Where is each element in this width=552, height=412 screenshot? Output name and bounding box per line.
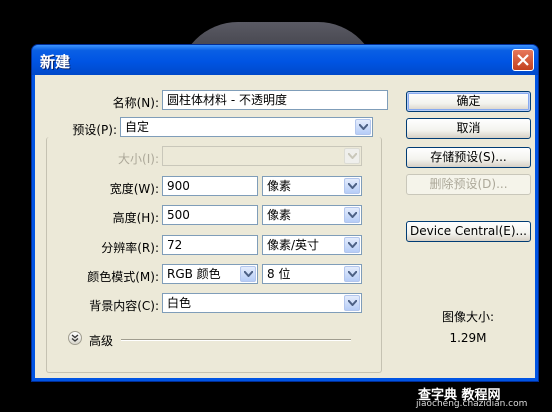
height-input[interactable]: 500 — [162, 205, 258, 225]
preset-value: 自定 — [125, 120, 150, 134]
dialog-title: 新建 — [40, 53, 71, 71]
advanced-label: 高级 — [89, 334, 114, 348]
background-label: 背景内容(C): — [89, 299, 159, 313]
chevron-down-icon — [359, 124, 368, 130]
color-mode-value: RGB 颜色 — [167, 267, 221, 281]
resolution-unit-select[interactable]: 像素/英寸 — [262, 235, 362, 255]
height-label: 高度(H): — [112, 211, 159, 225]
cancel-button[interactable]: 取消 — [406, 118, 531, 139]
size-label: 大小(I): — [118, 152, 159, 166]
advanced-toggle[interactable] — [68, 331, 82, 345]
chevron-down-icon — [244, 271, 253, 277]
height-unit-dropdown-arrow[interactable] — [344, 207, 360, 223]
save-preset-button[interactable]: 存储预设(S)... — [406, 147, 531, 168]
resolution-unit-dropdown-arrow[interactable] — [344, 237, 360, 253]
width-unit-value: 像素 — [267, 179, 292, 193]
image-size-label: 图像大小: — [441, 310, 495, 324]
image-size-value: 1.29M — [449, 331, 487, 345]
delete-preset-button: 删除预设(D)... — [406, 174, 531, 195]
dialog-body: 名称(N): 圆柱体材料 - 不透明度 预设(P): 自定 大小(I): 宽度(… — [35, 75, 535, 378]
chevron-down-icon — [348, 183, 357, 189]
watermark: 查字典 教程网 jiaocheng.chazidian.com — [414, 384, 550, 410]
name-label: 名称(N): — [112, 96, 159, 110]
color-mode-select[interactable]: RGB 颜色 — [162, 264, 258, 284]
width-input[interactable]: 900 — [162, 176, 258, 196]
background-select[interactable]: 白色 — [162, 293, 362, 313]
watermark-url: jiaocheng.chazidian.com — [416, 399, 528, 409]
height-unit-value: 像素 — [267, 208, 292, 222]
advanced-divider — [121, 339, 351, 341]
chevron-down-icon — [348, 212, 357, 218]
name-input[interactable]: 圆柱体材料 - 不透明度 — [162, 90, 388, 110]
background-value: 白色 — [167, 296, 192, 310]
chevron-down-icon — [348, 300, 357, 306]
width-unit-select[interactable]: 像素 — [262, 176, 362, 196]
bit-depth-select[interactable]: 8 位 — [262, 264, 362, 284]
ok-button[interactable]: 确定 — [406, 91, 531, 112]
new-document-dialog: 新建 名称(N): 圆柱体材料 - 不透明度 预设(P): 自定 大小(I): … — [31, 44, 539, 382]
close-button[interactable] — [512, 49, 534, 71]
resolution-unit-value: 像素/英寸 — [267, 238, 320, 252]
width-unit-dropdown-arrow[interactable] — [344, 178, 360, 194]
resolution-input[interactable]: 72 — [162, 235, 258, 255]
bit-depth-value: 8 位 — [267, 267, 291, 281]
preset-select[interactable]: 自定 — [120, 117, 373, 137]
device-central-button[interactable]: Device Central(E)... — [406, 221, 531, 242]
chevron-down-icon — [348, 242, 357, 248]
color-mode-dropdown-arrow[interactable] — [240, 266, 256, 282]
preset-label: 预设(P): — [72, 123, 117, 137]
preset-dropdown-arrow[interactable] — [355, 119, 371, 135]
color-mode-label: 颜色模式(M): — [87, 270, 159, 284]
chevron-down-icon — [348, 153, 357, 159]
close-icon — [517, 54, 529, 66]
width-label: 宽度(W): — [109, 182, 159, 196]
chevron-down-icon — [348, 271, 357, 277]
title-bar[interactable]: 新建 — [32, 45, 538, 75]
size-dropdown-arrow — [344, 148, 360, 164]
double-chevron-down-icon — [71, 334, 79, 342]
size-select — [162, 146, 362, 166]
background-dropdown-arrow[interactable] — [344, 295, 360, 311]
height-unit-select[interactable]: 像素 — [262, 205, 362, 225]
bit-depth-dropdown-arrow[interactable] — [344, 266, 360, 282]
resolution-label: 分辨率(R): — [101, 241, 159, 255]
